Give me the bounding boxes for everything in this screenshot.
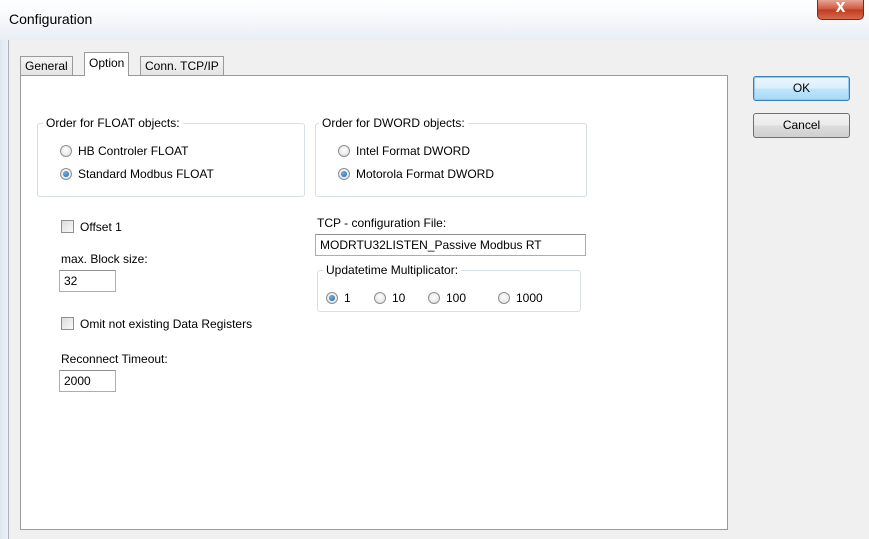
radio-label: 10 [392,291,406,305]
radio-label: HB Controler FLOAT [78,144,189,158]
radio-button[interactable] [60,168,72,180]
window-title: Configuration [9,11,93,27]
title-bar: Configuration X [0,0,869,40]
offset-checkbox[interactable] [61,220,74,233]
radio-label: Motorola Format DWORD [356,167,495,181]
updatetime-multiplicator-group: Updatetime Multiplicator: 1 10 100 1000 [317,263,581,312]
close-button[interactable]: X [817,0,864,20]
tab-option[interactable]: Option [84,52,130,76]
block-size-label: max. Block size: [61,252,148,266]
window-border [0,40,9,539]
dword-order-title: Order for DWORD objects: [319,116,468,130]
radio-label: Standard Modbus FLOAT [78,167,214,181]
tcp-config-file-label: TCP - configuration File: [317,216,447,230]
radio-button[interactable] [374,292,386,304]
radio-label: 1 [344,291,351,305]
float-order-title: Order for FLOAT objects: [43,116,183,130]
omit-registers-checkbox[interactable] [61,317,74,330]
reconnect-timeout-input[interactable]: 2000 [59,370,116,392]
radio-button[interactable] [60,145,72,157]
float-order-group: Order for FLOAT objects: HB Controler FL… [37,116,305,197]
tab-conn-tcpip[interactable]: Conn. TCP/IP [140,56,224,76]
tcp-config-file-input[interactable]: MODRTU32LISTEN_Passive Modbus RT [315,234,586,256]
radio-label: 100 [446,291,467,305]
radio-button[interactable] [338,168,350,180]
cancel-button[interactable]: Cancel [753,113,850,138]
omit-registers-label: Omit not existing Data Registers [80,317,253,331]
offset-label: Offset 1 [80,220,122,234]
option-panel: Order for FLOAT objects: HB Controler FL… [20,75,728,530]
close-icon: X [835,1,846,16]
reconnect-timeout-label: Reconnect Timeout: [61,352,168,366]
radio-button[interactable] [428,292,440,304]
tab-general[interactable]: General [20,56,73,76]
updatetime-multiplicator-title: Updatetime Multiplicator: [323,263,462,277]
configuration-dialog: Configuration X General Option Conn. TCP… [0,0,869,539]
dword-order-group: Order for DWORD objects: Intel Format DW… [315,116,587,197]
radio-button[interactable] [326,292,338,304]
radio-button[interactable] [338,145,350,157]
radio-label: 1000 [516,291,543,305]
ok-button[interactable]: OK [753,76,850,101]
radio-button[interactable] [498,292,510,304]
block-size-input[interactable]: 32 [59,270,116,292]
radio-label: Intel Format DWORD [356,144,471,158]
